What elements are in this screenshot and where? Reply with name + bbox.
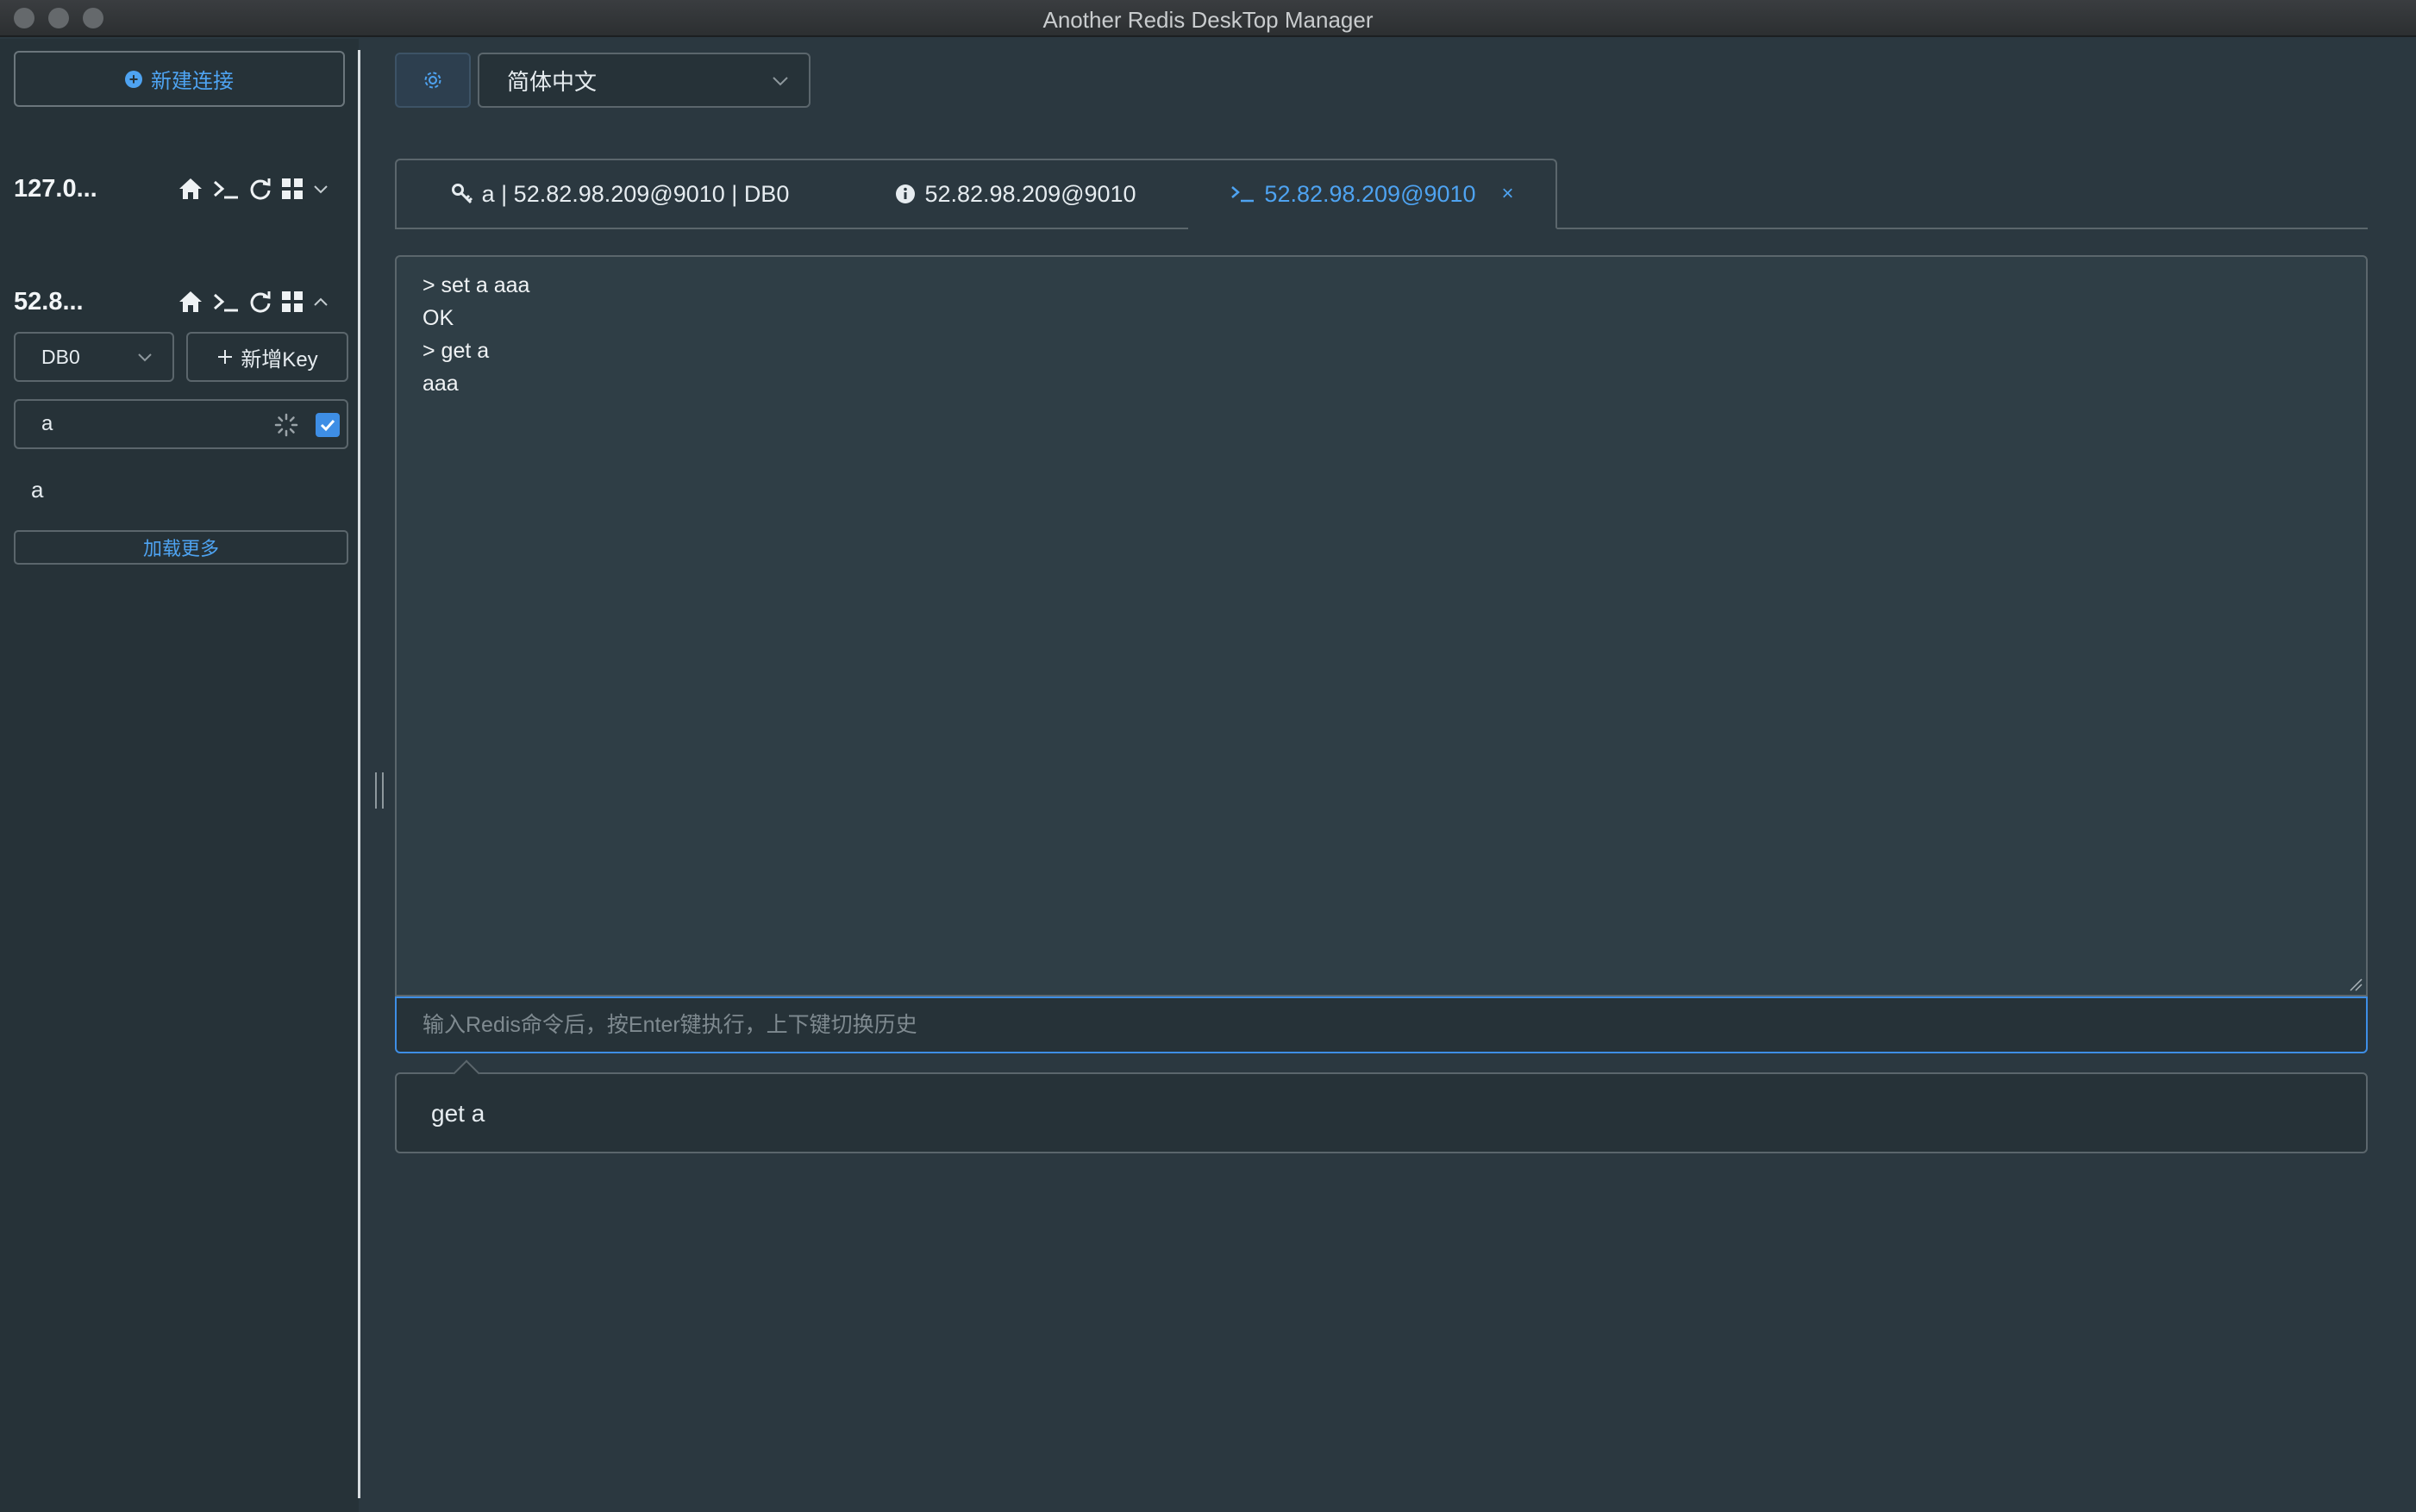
- exact-match-checkbox[interactable]: [316, 413, 340, 437]
- connection-name[interactable]: 127.0...: [14, 175, 160, 203]
- command-input[interactable]: [397, 998, 2366, 1052]
- language-select-value: 简体中文: [507, 68, 598, 95]
- new-key-button[interactable]: 新增Key: [186, 332, 348, 382]
- info-icon: [896, 184, 916, 203]
- terminal-icon: [1231, 186, 1255, 203]
- connection-item[interactable]: 52.8...: [14, 283, 345, 321]
- chevron-down-icon: [138, 353, 152, 362]
- loading-spinner-icon: [274, 413, 298, 437]
- tab-console[interactable]: 52.82.98.209@9010 ×: [1188, 159, 1557, 229]
- load-more-button[interactable]: 加载更多: [14, 530, 348, 565]
- checkmark-icon: [320, 419, 335, 432]
- key-list-item[interactable]: a: [31, 477, 43, 503]
- connection-item[interactable]: 127.0...: [14, 170, 345, 208]
- console-line: aaa: [422, 372, 459, 396]
- refresh-icon[interactable]: [248, 177, 272, 201]
- textarea-resize-grip[interactable]: [2349, 978, 2363, 991]
- grid-icon[interactable]: [281, 291, 304, 313]
- tab-label: a | 52.82.98.209@9010 | DB0: [481, 180, 790, 207]
- suggestion-item[interactable]: get a: [431, 1100, 485, 1128]
- panel-resize-handle[interactable]: [375, 772, 384, 809]
- tab-key-detail[interactable]: a | 52.82.98.209@9010 | DB0: [395, 159, 845, 229]
- connection-name[interactable]: 52.8...: [14, 288, 160, 316]
- terminal-icon[interactable]: [212, 290, 240, 314]
- command-suggestions-popup: get a: [395, 1072, 2368, 1153]
- console-line: OK: [422, 306, 454, 330]
- console-line: > get a: [422, 339, 490, 363]
- key-filter-field: [14, 399, 348, 449]
- db-select[interactable]: DB0: [14, 332, 174, 382]
- tab-label: 52.82.98.209@9010: [924, 180, 1136, 207]
- gear-icon: [424, 72, 441, 89]
- close-tab-icon[interactable]: ×: [1502, 182, 1514, 206]
- db-select-value: DB0: [41, 345, 80, 368]
- sidebar-divider[interactable]: [358, 50, 360, 1498]
- chevron-up-icon[interactable]: [312, 296, 329, 308]
- sidebar: + 新建连接 127.0... 52.8... DB0 新增Key a a 加载…: [0, 39, 359, 1512]
- tab-server-info[interactable]: 52.82.98.209@9010: [843, 159, 1190, 229]
- terminal-icon[interactable]: [212, 177, 240, 201]
- plus-icon: [218, 350, 233, 364]
- command-input-field: [395, 997, 2368, 1053]
- chevron-down-icon: [773, 77, 788, 86]
- home-icon[interactable]: [178, 177, 203, 201]
- refresh-icon[interactable]: [248, 290, 272, 314]
- console-output[interactable]: > set a aaa OK > get a aaa: [395, 255, 2368, 997]
- chevron-down-icon[interactable]: [312, 183, 329, 195]
- home-icon[interactable]: [178, 290, 203, 314]
- window-titlebar: Another Redis DeskTop Manager: [0, 0, 2416, 37]
- new-key-label: 新增Key: [241, 347, 318, 372]
- settings-button[interactable]: [395, 53, 471, 108]
- window-title: Another Redis DeskTop Manager: [1042, 7, 1374, 33]
- key-icon: [451, 184, 473, 204]
- new-connection-label: 新建连接: [151, 70, 234, 93]
- tab-label: 52.82.98.209@9010: [1264, 180, 1476, 207]
- new-connection-button[interactable]: + 新建连接: [14, 51, 345, 107]
- key-filter-input[interactable]: [28, 408, 260, 440]
- language-select[interactable]: 简体中文: [478, 53, 811, 108]
- console-line: > set a aaa: [422, 273, 530, 297]
- grid-icon[interactable]: [281, 178, 304, 200]
- plus-circle-icon: +: [125, 70, 142, 88]
